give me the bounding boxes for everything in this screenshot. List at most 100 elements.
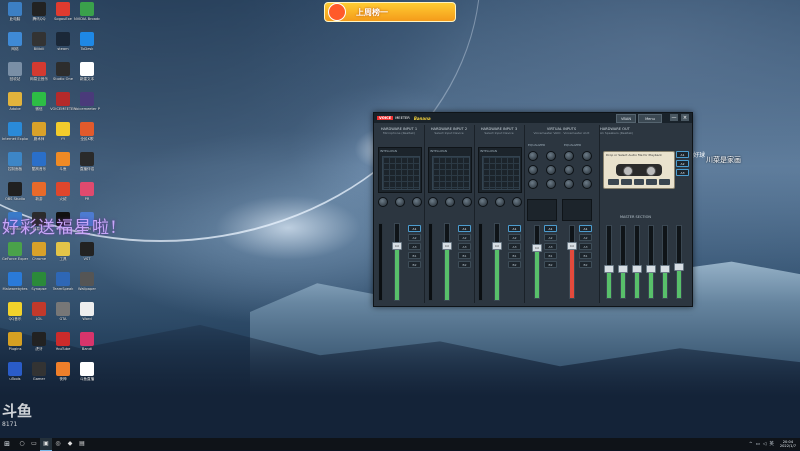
desktop-shortcut[interactable]: 新游	[26, 182, 52, 202]
desktop-shortcut[interactable]: 控制面板	[2, 152, 28, 172]
desktop-shortcut[interactable]: VST	[74, 242, 100, 261]
task-view-icon[interactable]: ▭	[28, 438, 40, 450]
bus-button[interactable]: A2	[579, 234, 592, 241]
vban-button[interactable]: VBAN	[616, 114, 636, 123]
volume-tray-icon[interactable]: ◁	[763, 442, 766, 447]
desktop-shortcut[interactable]: Bilibili	[26, 32, 52, 51]
strip-bus-buttons[interactable]: A1 A2 A3 B1 B2	[408, 225, 421, 268]
desktop-shortcut[interactable]: Voicemeeter Potato	[74, 92, 100, 111]
bus-button[interactable]: B2	[508, 261, 521, 268]
desktop-shortcut[interactable]: TeamSpeak	[50, 272, 76, 291]
desktop-shortcut[interactable]: NVIDIA Broadcast	[74, 2, 100, 21]
master-fader[interactable]	[646, 225, 656, 299]
desktop-shortcut[interactable]: 直播伴侣	[74, 152, 100, 172]
desktop-shortcut[interactable]: Malwarebytes	[2, 272, 28, 291]
desktop-shortcut[interactable]: 工具	[50, 242, 76, 262]
bus-button[interactable]: A1	[458, 225, 471, 232]
desktop-shortcut[interactable]: ToDesk	[74, 32, 100, 51]
steam-taskbar-icon[interactable]: ◎	[52, 438, 64, 450]
virtual-eq-knobs-2[interactable]	[564, 151, 592, 189]
master-fader[interactable]	[660, 225, 670, 299]
virtual-pan-1[interactable]	[527, 199, 557, 221]
bus-button[interactable]: A3	[508, 243, 521, 250]
master-fader[interactable]	[674, 225, 684, 299]
desktop-shortcut[interactable]: uTools	[2, 362, 28, 381]
output-button[interactable]: A1	[676, 151, 689, 158]
desktop-shortcut[interactable]: SogouExe	[50, 2, 76, 21]
bus-button[interactable]: B1	[458, 252, 471, 259]
desktop-shortcut[interactable]: 魔术师	[26, 122, 52, 142]
desktop-shortcut[interactable]: 酷狗音乐	[26, 152, 52, 172]
virtual-fader-1[interactable]: 0.0	[532, 225, 542, 299]
desktop-shortcut[interactable]: 腾讯QQ	[26, 2, 52, 22]
desktop-shortcut[interactable]: 此电脑	[2, 2, 28, 22]
bus-button[interactable]: A1	[508, 225, 521, 232]
output-select-buttons[interactable]: A1 A2 A3	[676, 151, 689, 176]
bus-button[interactable]: A3	[408, 243, 421, 250]
bus-button[interactable]: B1	[508, 252, 521, 259]
desktop-shortcut[interactable]: Synapse	[26, 272, 52, 291]
desktop-shortcut[interactable]: 斗鱼直播	[74, 362, 100, 382]
bus-button[interactable]: A3	[458, 243, 471, 250]
desktop-shortcut[interactable]: 回收站	[2, 62, 28, 82]
bus-button[interactable]: A2	[544, 234, 557, 241]
strip-fader[interactable]: 0.0	[492, 223, 502, 301]
desktop-shortcut[interactable]: 斗鱼	[50, 152, 76, 172]
strip-device[interactable]: Select Input Device	[424, 131, 474, 135]
bus-button[interactable]: A2	[508, 234, 521, 241]
bus-button[interactable]: A2	[408, 234, 421, 241]
desktop-shortcut[interactable]: Wallpaper	[74, 272, 100, 291]
bus-button[interactable]: B2	[544, 261, 557, 268]
desktop-shortcut[interactable]: 网易云音乐	[26, 62, 52, 82]
desktop-shortcut[interactable]: 虎牙	[26, 332, 52, 352]
explorer-taskbar-icon[interactable]: ▤	[76, 438, 88, 450]
virtual-eq-knobs-1[interactable]	[528, 151, 556, 189]
master-fader[interactable]	[632, 225, 642, 299]
desktop-shortcut[interactable]: 网络	[2, 32, 28, 52]
virtual-bus-buttons-2[interactable]: A1 A2 A3 B1 B2	[579, 225, 592, 268]
intellipan-grid[interactable]	[432, 156, 470, 190]
desktop-shortcut[interactable]: YY	[50, 122, 76, 141]
ime-tray-icon[interactable]: 英	[769, 441, 774, 447]
start-button[interactable]: ⊞	[2, 438, 12, 450]
desktop-shortcut[interactable]: PR	[74, 182, 100, 201]
desktop-shortcut[interactable]: GeForce Experience	[2, 242, 28, 261]
desktop-shortcut[interactable]: 微信	[26, 92, 52, 112]
master-fader[interactable]	[618, 225, 628, 299]
strip-bus-buttons[interactable]: A1 A2 A3 B1 B2	[458, 225, 471, 268]
intellipan-grid[interactable]	[382, 156, 420, 190]
desktop-shortcut[interactable]: GTA	[50, 302, 76, 321]
desktop-shortcut[interactable]: YouTube	[50, 332, 76, 351]
bus-button[interactable]: A2	[458, 234, 471, 241]
desktop-shortcut[interactable]: QQ音乐	[2, 302, 28, 322]
bus-button[interactable]: A3	[579, 243, 592, 250]
intellipan[interactable]: INTELLIPAN	[428, 147, 472, 193]
desktop-shortcut[interactable]: LOL	[26, 302, 52, 321]
output-button[interactable]: A2	[676, 160, 689, 167]
strip-device[interactable]: Select Input Device	[474, 131, 524, 135]
network-tray-icon[interactable]: ▭	[756, 442, 760, 447]
intellipan[interactable]: INTELLIPAN	[478, 147, 522, 193]
desktop-shortcut[interactable]: Word	[74, 302, 100, 321]
desktop-shortcut[interactable]: Internet Explorer	[2, 122, 28, 141]
strip-fader[interactable]: 0.0	[442, 223, 452, 301]
desktop-shortcut[interactable]: Studio One	[50, 62, 76, 81]
tray-chevron-icon[interactable]: ^	[749, 442, 753, 447]
voicemeeter-taskbar-icon[interactable]: ▣	[40, 437, 52, 451]
desktop-shortcut[interactable]: OBS Studio	[2, 182, 28, 201]
bus-button[interactable]: B1	[408, 252, 421, 259]
bus-button[interactable]: B1	[579, 252, 592, 259]
virtual-fader-2[interactable]: 0.0	[567, 225, 577, 299]
desktop-shortcut[interactable]: VOICEMEETER	[50, 92, 76, 111]
bus-button[interactable]: B1	[544, 252, 557, 259]
strip-knobs[interactable]	[478, 197, 522, 207]
desktop-shortcut[interactable]: Adobe	[2, 92, 28, 111]
output-button[interactable]: A3	[676, 169, 689, 176]
clock[interactable]: 20:04 2022/1/7	[780, 440, 796, 448]
desktop-shortcut[interactable]: Gamer	[26, 362, 52, 381]
strip-knobs[interactable]	[428, 197, 472, 207]
bus-button[interactable]: A1	[408, 225, 421, 232]
bus-button[interactable]: A1	[544, 225, 557, 232]
desktop-shortcut[interactable]: 新建文本	[74, 62, 100, 82]
desktop-shortcut[interactable]: Bandi	[74, 332, 100, 351]
